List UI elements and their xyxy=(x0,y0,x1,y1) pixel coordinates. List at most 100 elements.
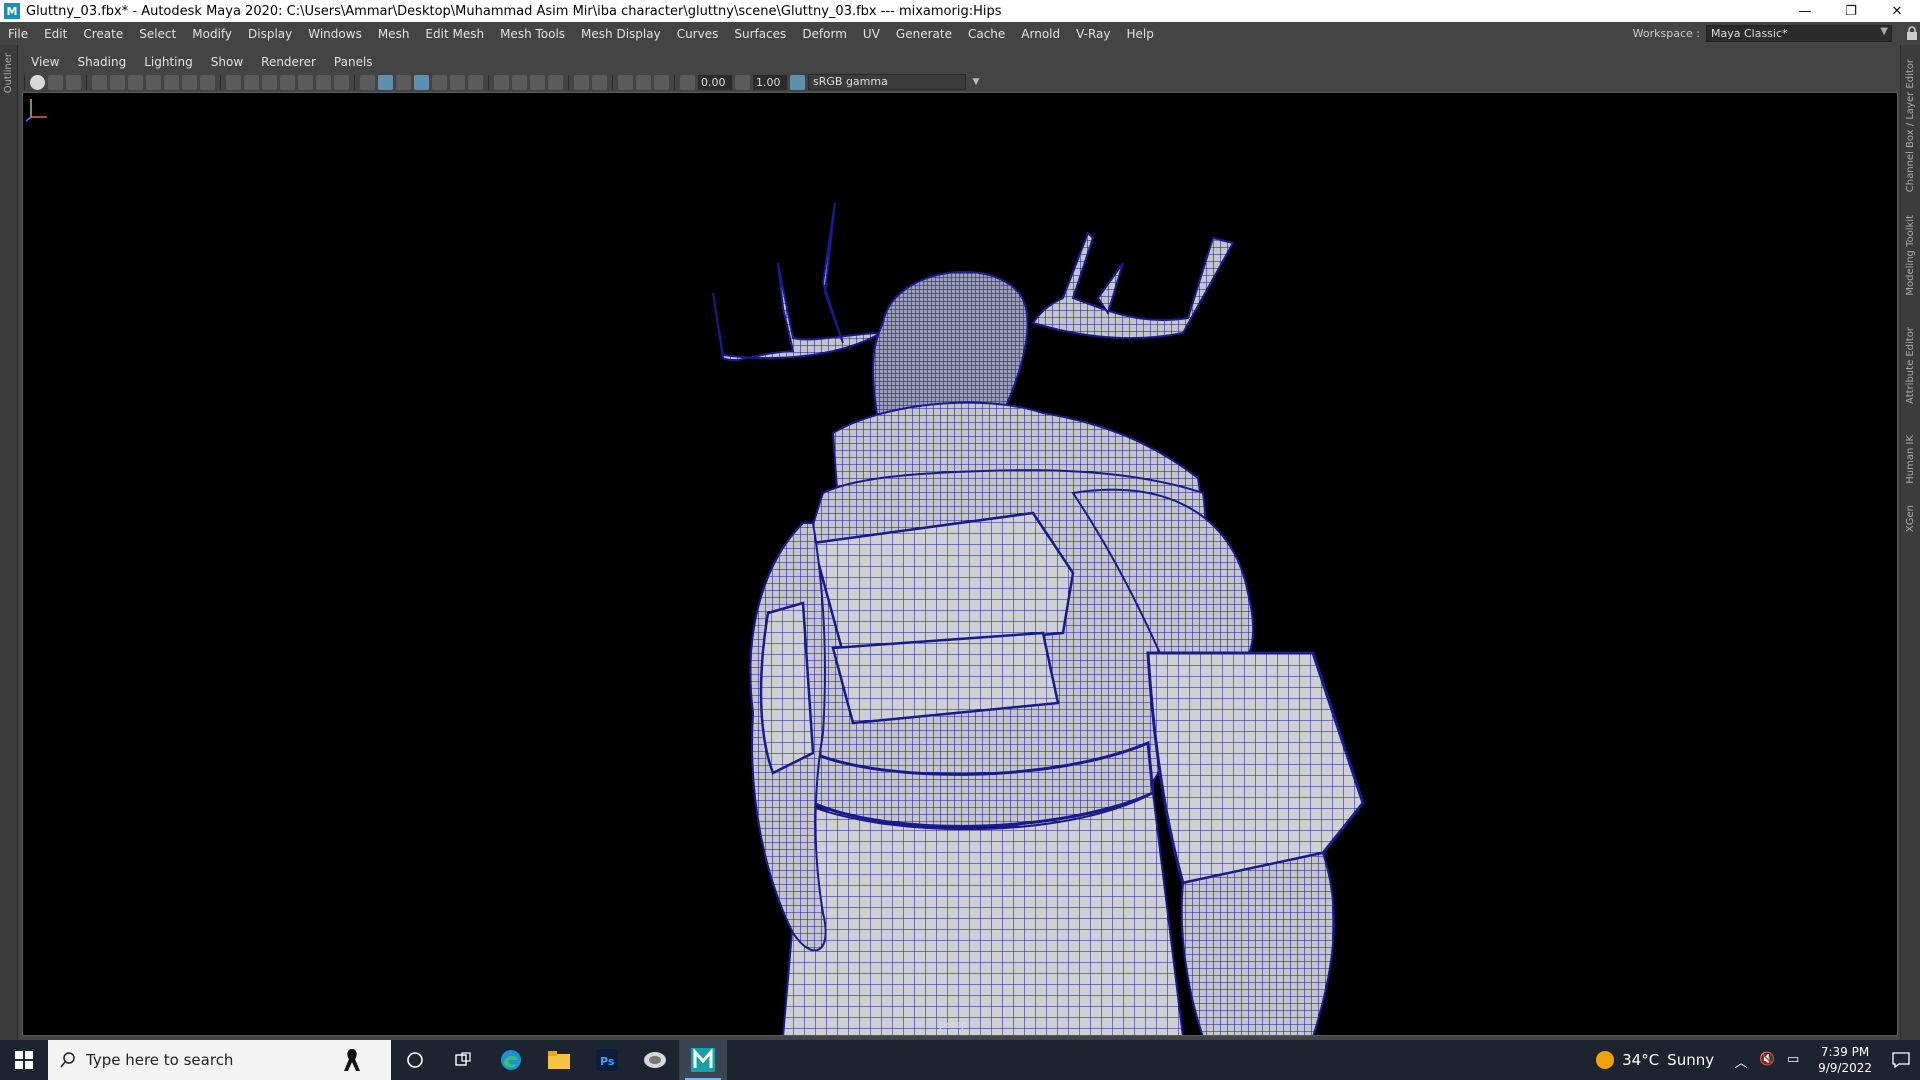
panel-menu-panels[interactable]: Panels xyxy=(325,55,382,69)
isolate-select-icon[interactable] xyxy=(574,74,589,90)
depth-of-field-icon[interactable] xyxy=(548,74,563,90)
photoshop-button[interactable]: Ps xyxy=(583,1040,631,1080)
minimize-button[interactable]: — xyxy=(1782,0,1828,22)
resolution-gate-icon[interactable] xyxy=(262,74,277,90)
file-explorer-button[interactable] xyxy=(535,1040,583,1080)
grid-icon[interactable] xyxy=(226,74,241,90)
camera-attributes-icon[interactable] xyxy=(48,74,63,90)
anti-aliasing-icon[interactable] xyxy=(530,74,545,90)
xgen-tab[interactable]: XGen xyxy=(1905,505,1916,532)
weather-widget[interactable]: 34°C Sunny xyxy=(1596,1051,1714,1069)
panel-menu-lighting[interactable]: Lighting xyxy=(135,55,202,69)
edge-button[interactable] xyxy=(487,1040,535,1080)
field-chart-icon[interactable] xyxy=(298,74,313,90)
gamma-icon[interactable] xyxy=(735,74,750,90)
perspective-viewport[interactable]: persp xyxy=(22,92,1898,1036)
awareness-ribbon-icon[interactable] xyxy=(341,1047,363,1073)
network-icon[interactable]: ▭ xyxy=(1785,1052,1801,1068)
menu-create[interactable]: Create xyxy=(75,27,131,41)
menu-windows[interactable]: Windows xyxy=(300,27,370,41)
xray-active-components-icon[interactable] xyxy=(636,74,651,90)
motion-blur-icon[interactable] xyxy=(512,74,527,90)
color-management-icon[interactable] xyxy=(790,74,805,90)
chevron-down-icon[interactable]: ▼ xyxy=(969,74,983,90)
film-gate-icon[interactable] xyxy=(128,74,143,90)
menu-arnold[interactable]: Arnold xyxy=(1013,27,1068,41)
chevron-up-icon[interactable]: ︿ xyxy=(1733,1052,1749,1071)
menu-select[interactable]: Select xyxy=(131,27,184,41)
menu-curves[interactable]: Curves xyxy=(669,27,727,41)
gamma-field[interactable]: 1.00 xyxy=(753,74,787,90)
modeling-toolkit-tab[interactable]: Modeling Toolkit xyxy=(1905,215,1916,296)
menu-mesh-display[interactable]: Mesh Display xyxy=(573,27,669,41)
attribute-editor-tab[interactable]: Attribute Editor xyxy=(1905,327,1916,404)
menu-cache[interactable]: Cache xyxy=(960,27,1013,41)
view-transform-dropdown[interactable]: sRGB gamma xyxy=(808,74,966,90)
maya-taskbar-button[interactable] xyxy=(679,1040,727,1080)
xray-joints-icon[interactable] xyxy=(618,74,633,90)
right-hand xyxy=(1180,851,1335,1035)
select-camera-icon[interactable] xyxy=(30,74,45,90)
speaker-muted-icon[interactable]: 🔇 xyxy=(1759,1052,1775,1068)
start-button[interactable] xyxy=(0,1040,48,1080)
xray-icon[interactable] xyxy=(592,74,607,90)
channel-box-tab[interactable]: Channel Box / Layer Editor xyxy=(1905,59,1916,192)
wireframe-on-shaded-icon[interactable] xyxy=(414,74,429,90)
close-button[interactable]: ✕ xyxy=(1874,0,1920,22)
shadows-icon[interactable] xyxy=(468,74,483,90)
menu-deform[interactable]: Deform xyxy=(794,27,855,41)
notification-button[interactable] xyxy=(1882,1040,1920,1080)
panel-menu-renderer[interactable]: Renderer xyxy=(252,55,325,69)
outliner-tab[interactable]: Outliner xyxy=(3,53,14,93)
outliner-strip: Outliner xyxy=(0,45,18,1045)
bookmark-icon[interactable] xyxy=(66,74,81,90)
film-gate-toggle-icon[interactable] xyxy=(244,74,259,90)
app-button[interactable] xyxy=(631,1040,679,1080)
menu-modify[interactable]: Modify xyxy=(184,27,240,41)
image-plane-icon[interactable] xyxy=(110,74,125,90)
default-material-icon[interactable] xyxy=(396,74,411,90)
menu-vray[interactable]: V-Ray xyxy=(1068,27,1118,41)
workspace-value: Maya Classic* xyxy=(1711,27,1788,40)
lock-icon[interactable] xyxy=(1906,26,1918,40)
human-ik-tab[interactable]: Human IK xyxy=(1905,435,1916,484)
menu-generate[interactable]: Generate xyxy=(888,27,960,41)
task-view-button[interactable] xyxy=(439,1040,487,1080)
safe-action-icon[interactable] xyxy=(316,74,331,90)
weather-condition: Sunny xyxy=(1667,1051,1715,1069)
screen-space-ao-icon[interactable] xyxy=(494,74,509,90)
panel-menu-shading[interactable]: Shading xyxy=(68,55,135,69)
backface-culling-icon[interactable] xyxy=(654,74,669,90)
taskbar-search[interactable]: Type here to search xyxy=(48,1040,391,1080)
wireframe-icon[interactable] xyxy=(360,74,375,90)
use-all-lights-icon[interactable] xyxy=(450,74,465,90)
restore-button[interactable]: ❐ xyxy=(1828,0,1874,22)
cortana-button[interactable] xyxy=(391,1040,439,1080)
grease-pencil-icon[interactable] xyxy=(164,74,179,90)
textured-icon[interactable] xyxy=(432,74,447,90)
camera-icon[interactable] xyxy=(92,74,107,90)
panel-menu-show[interactable]: Show xyxy=(202,55,252,69)
workspace-dropdown[interactable]: Maya Classic* ▼ xyxy=(1706,25,1892,42)
menu-mesh-tools[interactable]: Mesh Tools xyxy=(492,27,573,41)
menu-surfaces[interactable]: Surfaces xyxy=(726,27,794,41)
search-placeholder: Type here to search xyxy=(86,1051,234,1069)
menu-mesh[interactable]: Mesh xyxy=(370,27,418,41)
smooth-shade-icon[interactable] xyxy=(378,74,393,90)
gate-mask-icon[interactable] xyxy=(280,74,295,90)
menu-display[interactable]: Display xyxy=(240,27,300,41)
exposure-field[interactable]: 0.00 xyxy=(698,74,732,90)
safe-title-icon[interactable] xyxy=(334,74,349,90)
menu-edit-mesh[interactable]: Edit Mesh xyxy=(417,27,492,41)
menu-file[interactable]: File xyxy=(0,27,36,41)
panel-menu-view[interactable]: View xyxy=(22,55,68,69)
chest-armor xyxy=(811,511,1075,725)
bookmark-icon[interactable] xyxy=(146,74,161,90)
menu-uv[interactable]: UV xyxy=(855,27,888,41)
pencil-icon[interactable] xyxy=(200,74,215,90)
system-clock[interactable]: 7:39 PM 9/9/2022 xyxy=(1818,1044,1872,1076)
menu-help[interactable]: Help xyxy=(1119,27,1162,41)
exposure-icon[interactable] xyxy=(680,74,695,90)
2d-pan-zoom-icon[interactable] xyxy=(182,74,197,90)
menu-edit[interactable]: Edit xyxy=(36,27,75,41)
